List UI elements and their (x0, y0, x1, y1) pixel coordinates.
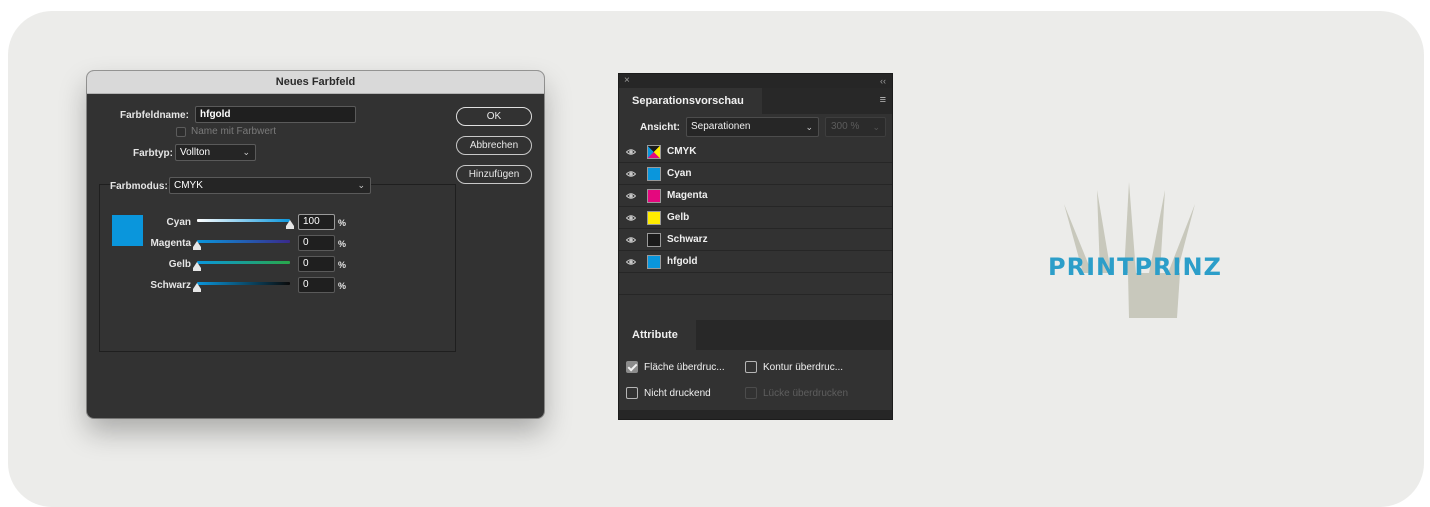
close-icon[interactable]: × (624, 74, 630, 88)
panel-bottom-bar (619, 410, 892, 419)
empty-list-row (619, 273, 892, 295)
separation-name: hfgold (667, 256, 698, 267)
eye-icon[interactable] (626, 147, 636, 157)
overprint-stroke-checkbox[interactable]: Kontur überdruc... (745, 361, 843, 373)
color-swatch-icon (647, 145, 661, 159)
ok-button[interactable]: OK (456, 107, 532, 126)
magenta-value-input[interactable]: 0 (298, 235, 335, 251)
separation-row-gelb[interactable]: Gelb (619, 207, 892, 229)
nonprinting-checkbox[interactable]: Nicht druckend (626, 387, 711, 399)
chevron-down-icon: ⌄ (805, 122, 813, 132)
color-swatch-icon (647, 167, 661, 181)
printprinz-crown-logo (1064, 182, 1195, 318)
color-type-label: Farbtyp: (133, 148, 173, 159)
name-with-value-checkbox[interactable]: Name mit Farbwert (176, 126, 276, 137)
separation-name: Gelb (667, 212, 690, 223)
magenta-label: Magenta (150, 238, 191, 249)
panel-menu-icon[interactable]: ≡ (880, 95, 886, 106)
color-swatch-icon (647, 189, 661, 203)
black-slider-track[interactable] (197, 282, 290, 285)
black-percent-unit: % (338, 281, 347, 291)
separation-row-hfgold[interactable]: hfgold (619, 251, 892, 273)
separation-row-schwarz[interactable]: Schwarz (619, 229, 892, 251)
cyan-value-input[interactable]: 100 (298, 214, 335, 230)
color-swatch-icon (647, 255, 661, 269)
zoom-select[interactable]: 300 % ⌄ (825, 117, 886, 137)
cyan-percent-unit: % (338, 218, 347, 228)
view-select[interactable]: Separationen ⌄ (686, 117, 819, 137)
black-slider-thumb[interactable] (193, 283, 201, 292)
color-mode-select[interactable]: CMYK ⌄ (169, 177, 371, 194)
checkbox-box[interactable] (626, 387, 638, 399)
add-button[interactable]: Hinzufügen (456, 165, 532, 184)
eye-icon[interactable] (626, 213, 636, 223)
yellow-value-input[interactable]: 0 (298, 256, 335, 272)
view-value: Separationen (691, 121, 751, 132)
overprint-fill-checkbox[interactable]: Fläche überdruc... (626, 361, 725, 373)
color-swatch-icon (647, 211, 661, 225)
checkbox-box (745, 387, 757, 399)
color-mode-label: Farbmodus: (110, 181, 168, 192)
eye-icon[interactable] (626, 235, 636, 245)
attributes-tab-row: Attribute (619, 320, 892, 350)
separation-name: Schwarz (667, 234, 708, 245)
dialog-title: Neues Farbfeld (87, 71, 544, 94)
new-swatch-dialog: Neues Farbfeld Farbfeldname: hfgold Name… (87, 71, 544, 418)
separation-row-magenta[interactable]: Magenta (619, 185, 892, 207)
yellow-slider-track[interactable] (197, 261, 290, 264)
logo-wordmark: PRINTPRINZ (1048, 253, 1222, 281)
separation-row-cmyk[interactable]: CMYK (619, 141, 892, 163)
panel-tab-row: Separationsvorschau ≡ (619, 88, 892, 114)
cyan-slider-track[interactable] (197, 219, 290, 222)
black-value-input[interactable]: 0 (298, 277, 335, 293)
separation-name: CMYK (667, 146, 697, 157)
swatch-name-input[interactable]: hfgold (195, 106, 356, 123)
magenta-percent-unit: % (338, 239, 347, 249)
magenta-slider-thumb[interactable] (193, 241, 201, 250)
chevron-down-icon: ⌄ (872, 122, 880, 132)
yellow-label: Gelb (168, 259, 191, 270)
overprint-fill-label: Fläche überdruc... (644, 361, 725, 373)
overprint-gap-checkbox: Lücke überdrucken (745, 387, 848, 399)
name-with-value-label: Name mit Farbwert (191, 126, 277, 137)
empty-list-row (619, 295, 892, 317)
view-label: Ansicht: (640, 122, 680, 133)
zoom-value: 300 % (831, 121, 860, 132)
color-mode-value: CMYK (174, 180, 203, 191)
magenta-slider-track[interactable] (197, 240, 290, 243)
checkbox-box[interactable] (626, 361, 638, 373)
checkbox-box[interactable] (745, 361, 757, 373)
color-type-value: Vollton (180, 147, 211, 158)
separation-row-cyan[interactable]: Cyan (619, 163, 892, 185)
yellow-slider-thumb[interactable] (193, 262, 201, 271)
overprint-stroke-label: Kontur überdruc... (763, 361, 844, 373)
color-swatch-icon (647, 233, 661, 247)
overprint-gap-label: Lücke überdrucken (763, 387, 849, 399)
cyan-slider-thumb[interactable] (286, 220, 294, 229)
checkbox-box[interactable] (176, 126, 186, 137)
chevron-down-icon: ⌄ (357, 180, 365, 190)
swatch-name-label: Farbfeldname: (120, 110, 189, 121)
tab-separations-preview[interactable]: Separationsvorschau (619, 88, 762, 114)
color-type-select[interactable]: Vollton ⌄ (175, 144, 256, 161)
separation-name: Magenta (667, 190, 708, 201)
panel-top-bar: × ‹‹ (619, 74, 892, 88)
separation-name: Cyan (667, 168, 692, 179)
cancel-button[interactable]: Abbrechen (456, 136, 532, 155)
separations-preview-panel: × ‹‹ Separationsvorschau ≡ Ansicht: Sepa… (619, 74, 892, 419)
collapse-icon[interactable]: ‹‹ (880, 74, 886, 88)
chevron-down-icon: ⌄ (242, 147, 250, 157)
tab-attributes[interactable]: Attribute (619, 320, 696, 350)
nonprinting-label: Nicht druckend (644, 387, 711, 399)
cyan-label: Cyan (166, 217, 191, 228)
eye-icon[interactable] (626, 169, 636, 179)
eye-icon[interactable] (626, 257, 636, 267)
eye-icon[interactable] (626, 191, 636, 201)
black-label: Schwarz (150, 280, 191, 291)
yellow-percent-unit: % (338, 260, 347, 270)
